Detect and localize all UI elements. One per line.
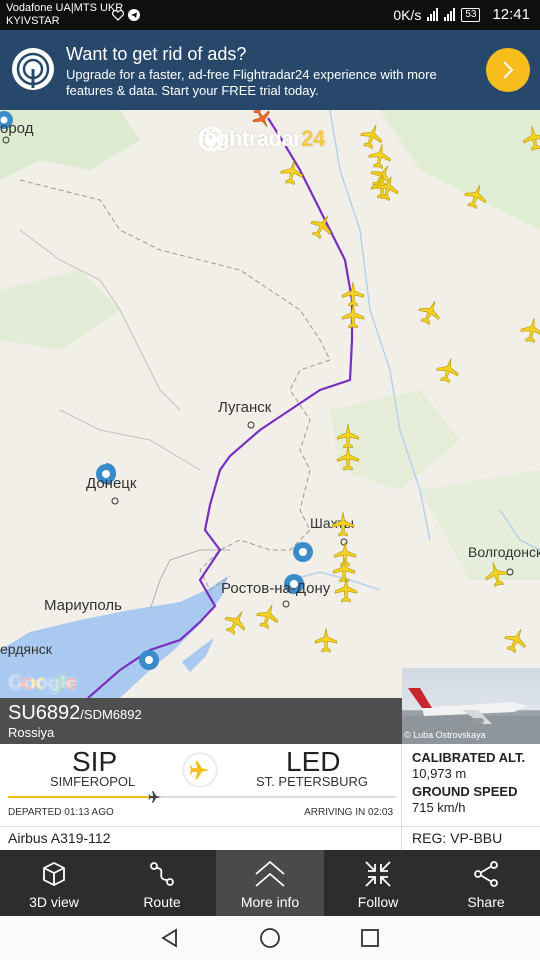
route-panel: SIP SIMFEROPOL LED ST. PETERSBURG DEPART… [0, 744, 402, 826]
aircraft-icon[interactable] [434, 356, 461, 385]
home-button[interactable] [256, 924, 284, 952]
route-label: Route [143, 894, 181, 910]
aircraft-icon[interactable] [336, 424, 360, 449]
3d-view-button[interactable]: 3D view [0, 850, 108, 916]
aircraft-icon[interactable] [331, 512, 355, 537]
ground-speed-label: GROUND SPEED [412, 784, 518, 799]
status-right: 0K/s 53 12:41 [393, 6, 530, 23]
chevron-up-icon [255, 860, 285, 887]
flight-progress-bar [8, 796, 396, 798]
share-button[interactable]: Share [432, 850, 540, 916]
share-label: Share [467, 894, 505, 910]
battery-icon: 53 [461, 7, 481, 22]
ad-text: Upgrade for a faster, ad-free Flightrada… [66, 67, 437, 98]
more-info-label: More info [240, 894, 300, 910]
altitude-label: CALIBRATED ALT. [412, 750, 526, 765]
follow-button[interactable]: Follow [324, 850, 432, 916]
aircraft-icon[interactable] [415, 297, 445, 328]
departed-label: DEPARTED 01:13 AGO [8, 807, 114, 818]
follow-arrows-icon [365, 861, 391, 887]
aircraft-icon[interactable] [332, 558, 356, 583]
arriving-label: ARRIVING IN 02:03 [304, 807, 393, 818]
aircraft-icon[interactable] [279, 158, 304, 185]
signal-icon [427, 8, 439, 21]
callsign: SU6892/SDM6892 [8, 702, 142, 725]
signal-icon [444, 8, 456, 21]
telegram-icon [128, 8, 140, 21]
3d-view-label: 3D view [29, 894, 79, 910]
aircraft-icon[interactable] [519, 316, 540, 343]
aircraft-markers[interactable] [0, 110, 540, 698]
home-circle-icon [260, 928, 280, 948]
destination-city: ST. PETERSBURG [256, 774, 368, 789]
flight-map[interactable]: flightradar 24 ород Луганск Донецк Шахты … [0, 110, 540, 698]
ad-open-button[interactable] [486, 48, 530, 92]
aircraft-icon[interactable] [336, 446, 360, 471]
route-button[interactable]: Route [108, 850, 216, 916]
back-triangle-icon [161, 928, 177, 948]
aircraft-icon[interactable] [341, 282, 365, 307]
android-nav-bar [0, 916, 540, 960]
flightradar-radar-icon [10, 46, 56, 92]
ad-title: Want to get rid of ads? [66, 44, 247, 64]
share-icon [474, 861, 498, 887]
aircraft-icon[interactable] [307, 210, 338, 241]
aircraft-registration: REG: VP-BBU [402, 826, 540, 850]
flight-stats: CALIBRATED ALT. 10,973 m GROUND SPEED 71… [402, 744, 540, 826]
flight-toolbar: 3D view Route More info Follow Share [0, 850, 540, 916]
selected-aircraft-icon[interactable] [249, 110, 275, 131]
aircraft-icon[interactable] [521, 124, 540, 151]
aircraft-type: Airbus A319-112 [0, 826, 402, 850]
aircraft-icon[interactable] [221, 606, 252, 637]
route-icon [150, 862, 174, 886]
aircraft-icon[interactable] [501, 625, 531, 656]
google-logo-text: Google [8, 672, 77, 694]
flight-progress-fill [8, 796, 152, 798]
network-speed: 0K/s [393, 6, 422, 23]
heart-monitor-icon [112, 8, 124, 21]
aircraft-icon[interactable] [334, 578, 358, 603]
google-logo: Google [8, 672, 77, 695]
progress-plane-icon [148, 790, 162, 809]
aircraft-icon[interactable] [482, 560, 509, 589]
notification-icons [112, 8, 140, 21]
aircraft-icon[interactable] [254, 601, 283, 631]
carrier-line-2: KYIVSTAR [6, 15, 60, 27]
airplane-icon [184, 754, 216, 786]
altitude-value: 10,973 m [412, 766, 467, 781]
photo-credit: © Luba Ostrovskaya [404, 730, 486, 740]
follow-label: Follow [357, 894, 399, 910]
aircraft-icon[interactable] [462, 181, 491, 211]
status-bar: Vodafone UA|MTS UKR KYIVSTAR 0K/s 53 12:… [0, 0, 540, 30]
recents-square-icon [361, 929, 379, 947]
more-info-button[interactable]: More info [216, 850, 324, 916]
ground-speed-value: 715 km/h [412, 800, 466, 815]
origin-city: SIMFEROPOL [50, 774, 136, 789]
aircraft-icon[interactable] [341, 304, 365, 329]
callsign-alt: /SDM6892 [80, 707, 142, 722]
callsign-main: SU6892 [8, 702, 81, 724]
carrier-label: Vodafone UA|MTS UKR KYIVSTAR [6, 2, 123, 28]
back-button[interactable] [156, 924, 184, 952]
carrier-line-1: Vodafone UA|MTS UKR [6, 2, 124, 14]
flight-header[interactable]: SU6892/SDM6892 Rossiya [0, 698, 402, 744]
upgrade-ad-banner[interactable]: Want to get rid of ads? Upgrade for a fa… [0, 30, 540, 110]
aircraft-icon[interactable] [314, 628, 338, 653]
cube-icon [43, 861, 65, 887]
recents-button[interactable] [356, 924, 384, 952]
chevron-right-icon [503, 61, 514, 79]
airline-name: Rossiya [8, 725, 55, 740]
clock: 12:41 [492, 6, 530, 23]
